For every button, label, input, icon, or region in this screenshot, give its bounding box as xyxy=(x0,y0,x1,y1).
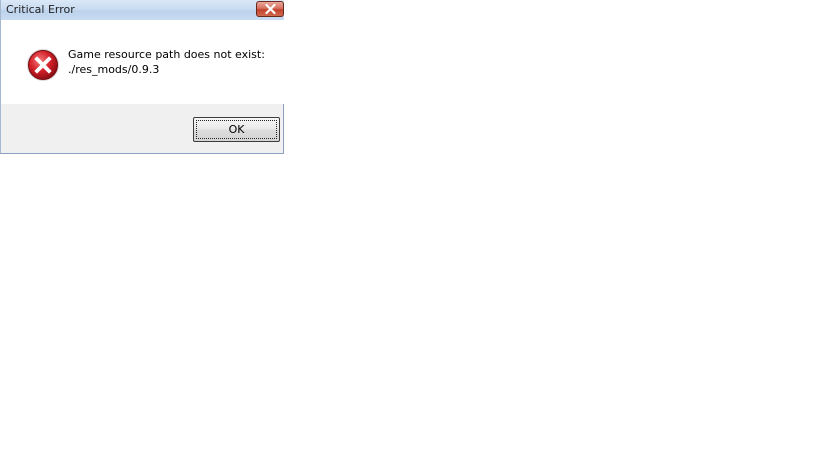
dialog-content: Game resource path does not exist: ./res… xyxy=(1,20,284,104)
ok-button[interactable]: OK xyxy=(193,117,280,142)
close-button[interactable] xyxy=(256,1,284,17)
close-x-icon xyxy=(264,4,276,14)
ok-button-label: OK xyxy=(196,120,277,139)
message-line-2: ./res_mods/0.9.3 xyxy=(68,63,160,76)
error-message: Game resource path does not exist: ./res… xyxy=(68,47,265,77)
message-line-1: Game resource path does not exist: xyxy=(68,48,265,61)
error-dialog: Critical Error Game resource path does n… xyxy=(0,0,284,154)
error-icon xyxy=(27,49,59,81)
window-title: Critical Error xyxy=(6,3,75,16)
title-bar[interactable]: Critical Error xyxy=(1,0,284,20)
